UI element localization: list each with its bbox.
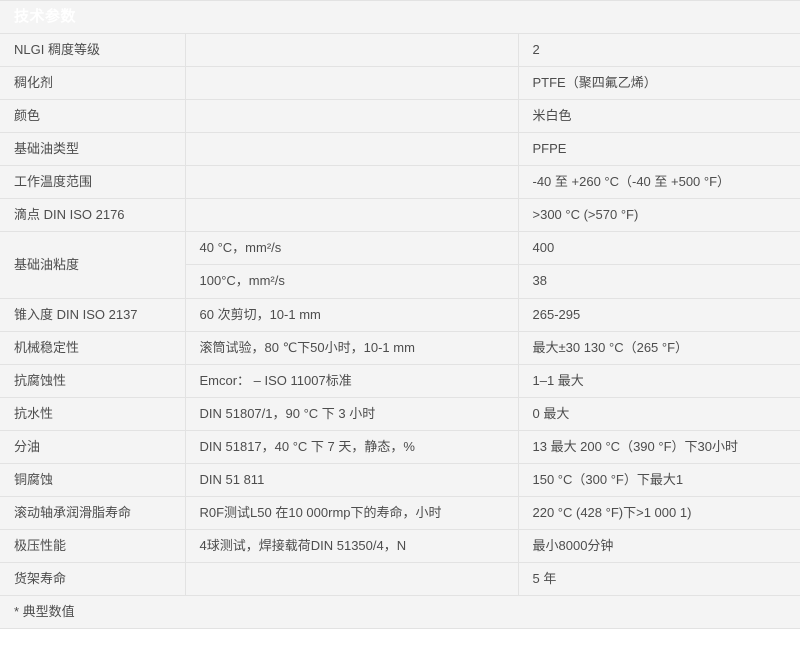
row-method — [185, 562, 519, 596]
row-label: 机械稳定性 — [0, 331, 186, 365]
subrow-value: 400 — [518, 232, 800, 265]
page-title: 技术参数 — [14, 8, 77, 26]
row-method: Emcor： – ISO 11007标准 — [185, 364, 519, 398]
row-label: 抗水性 — [0, 397, 186, 431]
row-value: PTFE（聚四氟乙烯） — [518, 66, 800, 100]
row-label: 滴点 DIN ISO 2176 — [0, 198, 186, 232]
row-label: 抗腐蚀性 — [0, 364, 186, 398]
row-label: 铜腐蚀 — [0, 463, 186, 497]
row-value-group: 400 38 — [518, 231, 800, 299]
row-label: 基础油粘度 — [0, 231, 186, 299]
table-subrow: 40 °C，mm²/s — [185, 232, 517, 265]
row-method — [185, 132, 519, 166]
row-method: DIN 51807/1，90 °C 下 3 小时 — [185, 397, 519, 431]
table-row: 锥入度 DIN ISO 2137 60 次剪切，10-1 mm 265-295 — [0, 298, 800, 332]
row-value: 220 °C (428 °F)下>1 000 1) — [518, 496, 800, 530]
row-value: PFPE — [518, 132, 800, 166]
row-label: 货架寿命 — [0, 562, 186, 596]
table-row: 分油 DIN 51817，40 °C 下 7 天，静态，% 13 最大 200 … — [0, 430, 800, 464]
table-row: 基础油类型 PFPE — [0, 132, 800, 166]
row-label: 工作温度范围 — [0, 165, 186, 199]
technical-specifications-table: 技术参数 NLGI 稠度等级 2 稠化剂 PTFE（聚四氟乙烯） 颜色 米白色 … — [0, 0, 800, 629]
row-method-group: 40 °C，mm²/s 100°C，mm²/s — [185, 231, 519, 299]
row-method — [185, 99, 519, 133]
table-footnote-row: * 典型数值 — [0, 595, 800, 629]
row-value: 米白色 — [518, 99, 800, 133]
table-row: 滚动轴承润滑脂寿命 R0F测试L50 在10 000rmp下的寿命，小时 220… — [0, 496, 800, 530]
row-method — [185, 66, 519, 100]
row-label: 基础油类型 — [0, 132, 186, 166]
table-subrow: 100°C，mm²/s — [185, 264, 517, 297]
viscosity-value-subtable: 400 38 — [518, 232, 800, 297]
table-header-row: 技术参数 — [0, 0, 800, 34]
table-row-base-oil-viscosity: 基础油粘度 40 °C，mm²/s 100°C，mm²/s 400 38 — [0, 231, 800, 299]
table-row: 极压性能 4球测试，焊接载荷DIN 51350/4，N 最小8000分钟 — [0, 529, 800, 563]
row-method: 4球测试，焊接载荷DIN 51350/4，N — [185, 529, 519, 563]
row-label: 颜色 — [0, 99, 186, 133]
table-row: 工作温度范围 -40 至 +260 °C（-40 至 +500 °F） — [0, 165, 800, 199]
table-row: 抗腐蚀性 Emcor： – ISO 11007标准 1–1 最大 — [0, 364, 800, 398]
table-row: 抗水性 DIN 51807/1，90 °C 下 3 小时 0 最大 — [0, 397, 800, 431]
subrow-method: 100°C，mm²/s — [185, 264, 517, 297]
table-row: 滴点 DIN ISO 2176 >300 °C (>570 °F) — [0, 198, 800, 232]
row-method: 滚筒试验，80 ℃下50小时，10-1 mm — [185, 331, 519, 365]
row-label: 极压性能 — [0, 529, 186, 563]
row-value: 2 — [518, 33, 800, 67]
table-subrow: 400 — [518, 232, 800, 265]
row-value: 13 最大 200 °C（390 °F）下30小时 — [518, 430, 800, 464]
table-body: NLGI 稠度等级 2 稠化剂 PTFE（聚四氟乙烯） 颜色 米白色 基础油类型… — [0, 33, 800, 629]
table-row: 颜色 米白色 — [0, 99, 800, 133]
table-row: 铜腐蚀 DIN 51 811 150 °C（300 °F）下最大1 — [0, 463, 800, 497]
row-label: NLGI 稠度等级 — [0, 33, 186, 67]
row-value: -40 至 +260 °C（-40 至 +500 °F） — [518, 165, 800, 199]
row-method — [185, 198, 519, 232]
row-method — [185, 33, 519, 67]
table-title-bar: 技术参数 — [0, 0, 800, 34]
row-value: 1–1 最大 — [518, 364, 800, 398]
table-row: 稠化剂 PTFE（聚四氟乙烯） — [0, 66, 800, 100]
row-value: 0 最大 — [518, 397, 800, 431]
row-label: 滚动轴承润滑脂寿命 — [0, 496, 186, 530]
row-label: 稠化剂 — [0, 66, 186, 100]
row-value: 150 °C（300 °F）下最大1 — [518, 463, 800, 497]
subrow-method: 40 °C，mm²/s — [185, 232, 517, 265]
row-value: >300 °C (>570 °F) — [518, 198, 800, 232]
table-row: NLGI 稠度等级 2 — [0, 33, 800, 67]
row-method: DIN 51817，40 °C 下 7 天，静态，% — [185, 430, 519, 464]
row-method — [185, 165, 519, 199]
table-subrow: 38 — [518, 264, 800, 297]
viscosity-method-subtable: 40 °C，mm²/s 100°C，mm²/s — [185, 232, 517, 297]
row-method: DIN 51 811 — [185, 463, 519, 497]
row-value: 265-295 — [518, 298, 800, 332]
row-value: 5 年 — [518, 562, 800, 596]
row-value: 最小8000分钟 — [518, 529, 800, 563]
row-label: 分油 — [0, 430, 186, 464]
footnote: * 典型数值 — [0, 595, 800, 629]
row-label: 锥入度 DIN ISO 2137 — [0, 298, 186, 332]
row-method: 60 次剪切，10-1 mm — [185, 298, 519, 332]
row-method: R0F测试L50 在10 000rmp下的寿命，小时 — [185, 496, 519, 530]
table-row: 货架寿命 5 年 — [0, 562, 800, 596]
row-value: 最大±30 130 °C（265 °F） — [518, 331, 800, 365]
subrow-value: 38 — [518, 264, 800, 297]
table-row: 机械稳定性 滚筒试验，80 ℃下50小时，10-1 mm 最大±30 130 °… — [0, 331, 800, 365]
